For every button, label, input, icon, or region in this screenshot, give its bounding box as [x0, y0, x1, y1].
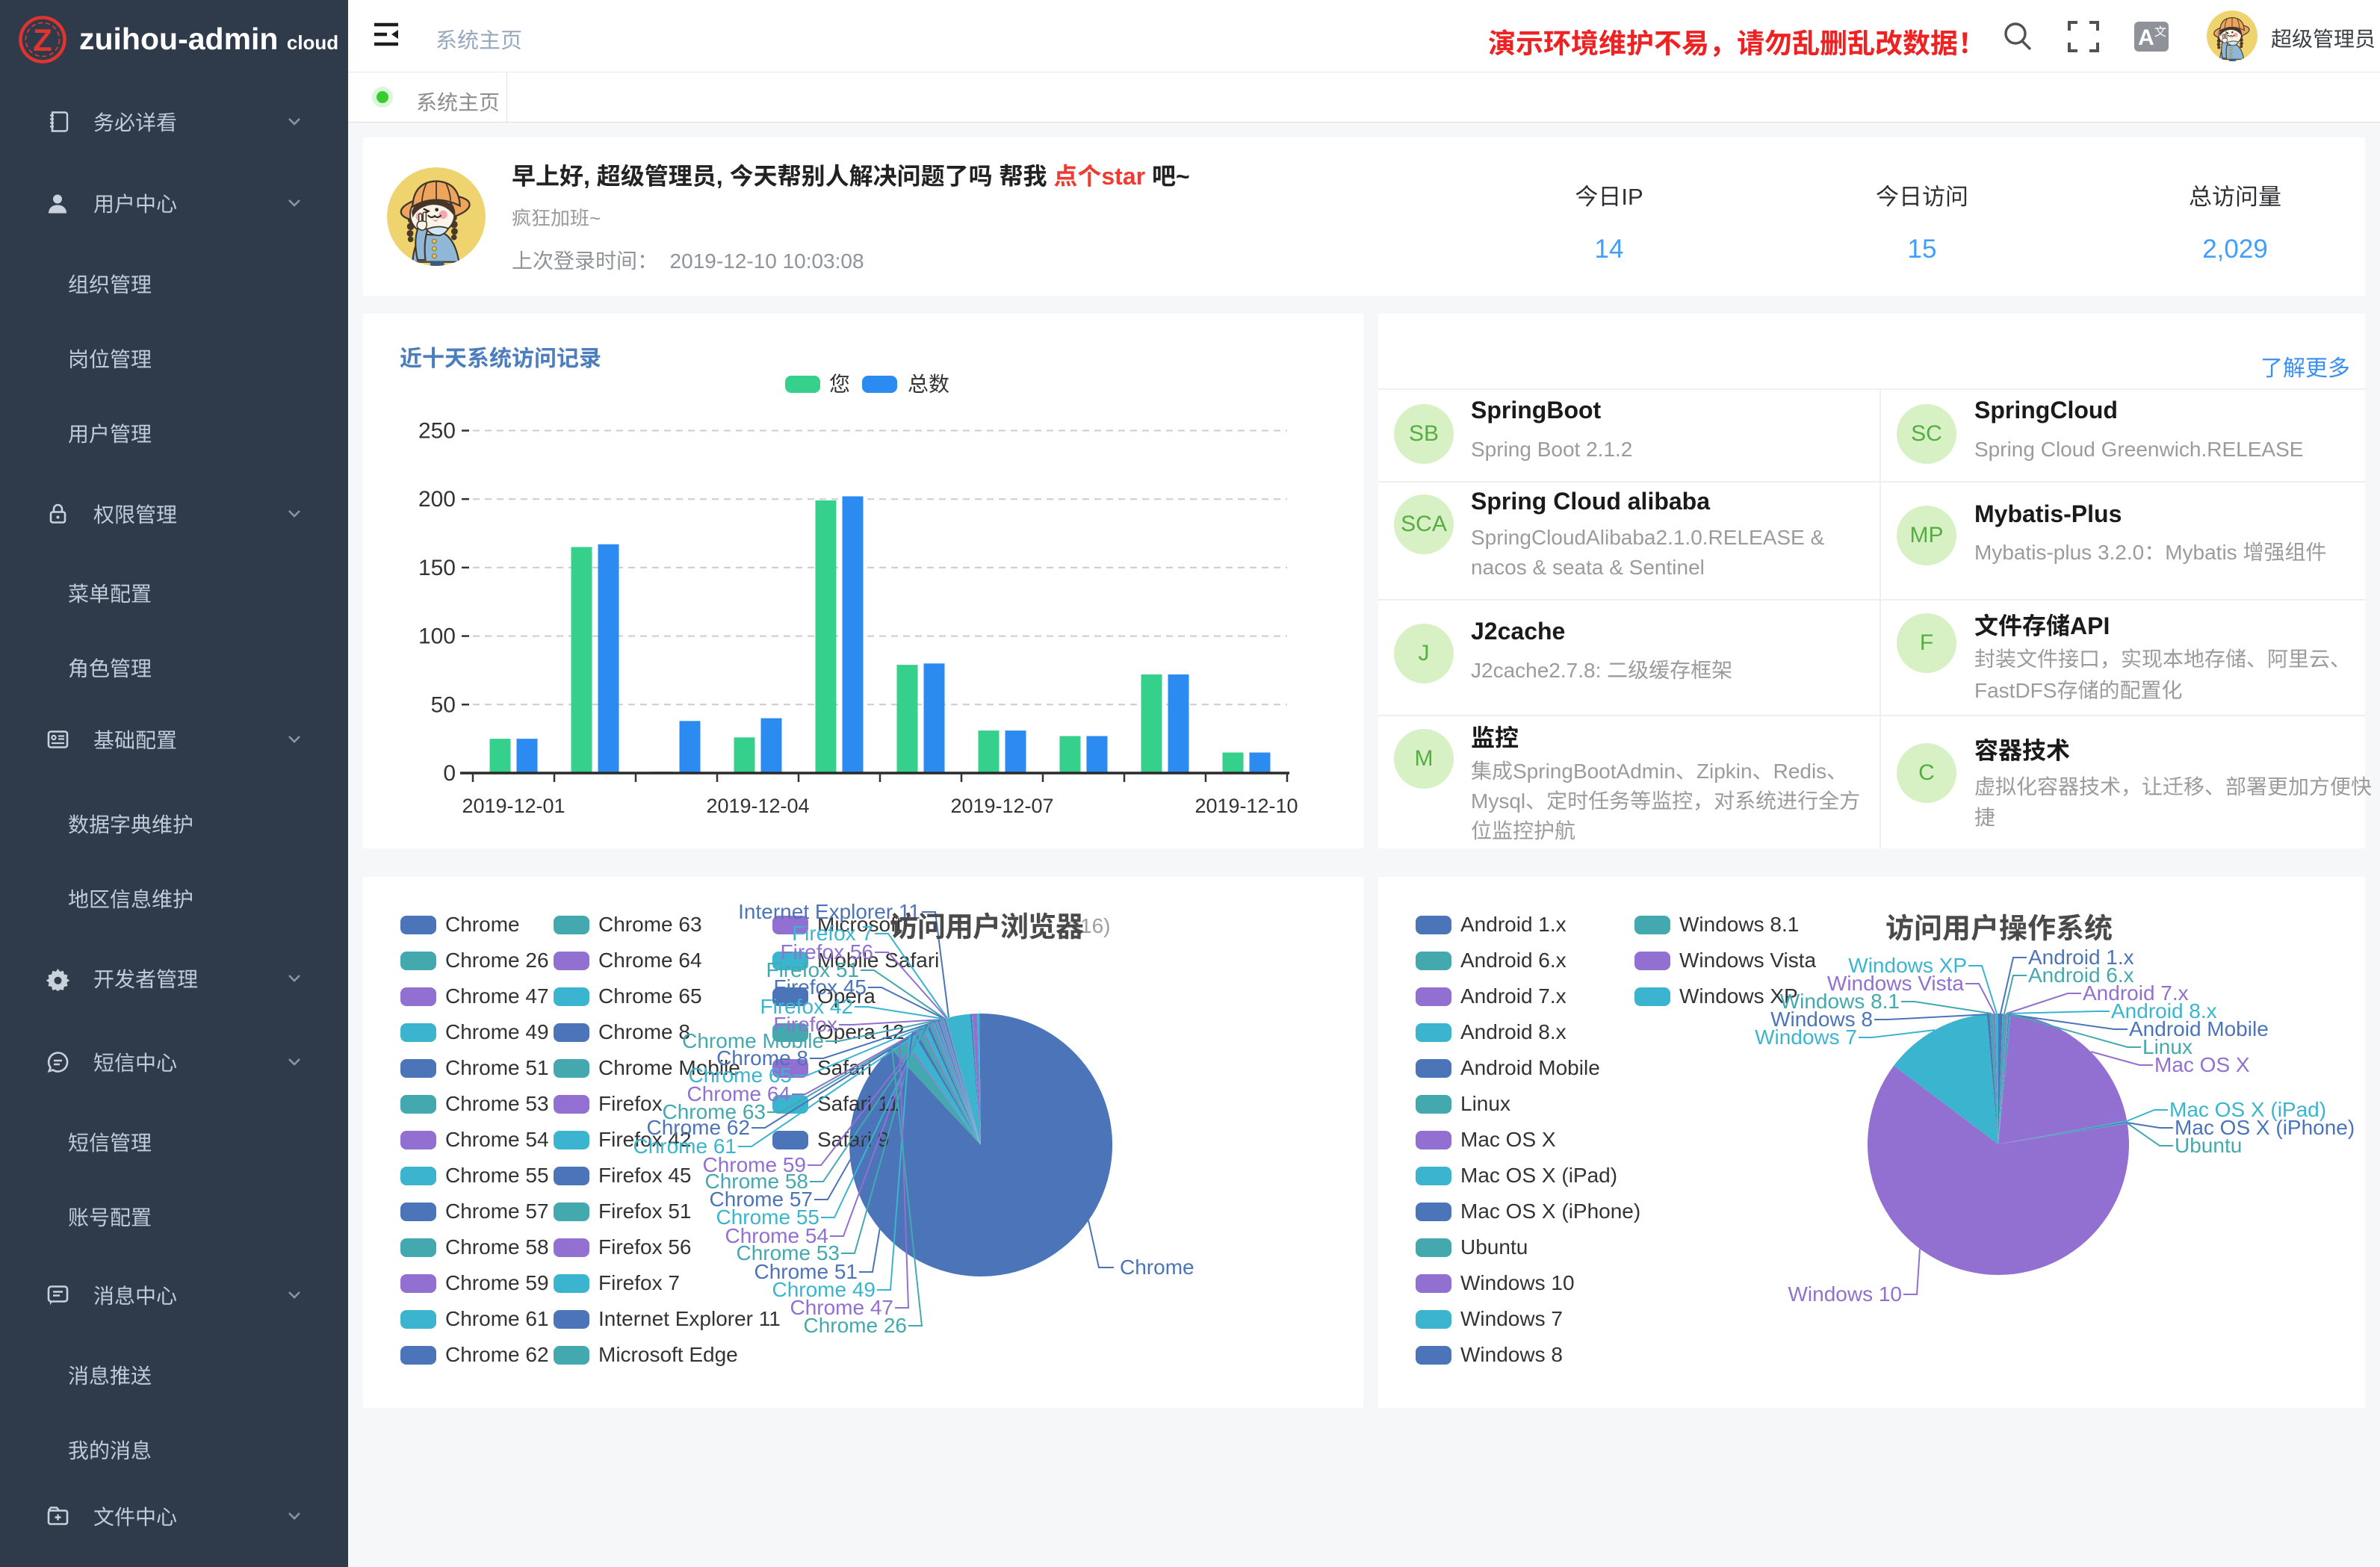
- svg-text:50: 50: [431, 692, 456, 717]
- svg-text:Z: Z: [33, 22, 52, 58]
- svg-text:150: 150: [418, 556, 456, 580]
- svg-text:200: 200: [418, 487, 456, 512]
- svg-text:您: 您: [829, 373, 850, 396]
- svg-text:2019-12-04: 2019-12-04: [706, 795, 809, 817]
- svg-text:250: 250: [418, 419, 456, 444]
- svg-text:文: 文: [2154, 25, 2166, 39]
- svg-text:2019-12-01: 2019-12-01: [462, 795, 565, 817]
- svg-text:0: 0: [443, 761, 456, 786]
- svg-text:100: 100: [418, 624, 456, 649]
- svg-text:2019-12-07: 2019-12-07: [950, 795, 1053, 817]
- svg-text:总数: 总数: [908, 373, 949, 396]
- svg-text:2019-12-10: 2019-12-10: [1194, 795, 1298, 817]
- svg-text:A: A: [2138, 25, 2154, 50]
